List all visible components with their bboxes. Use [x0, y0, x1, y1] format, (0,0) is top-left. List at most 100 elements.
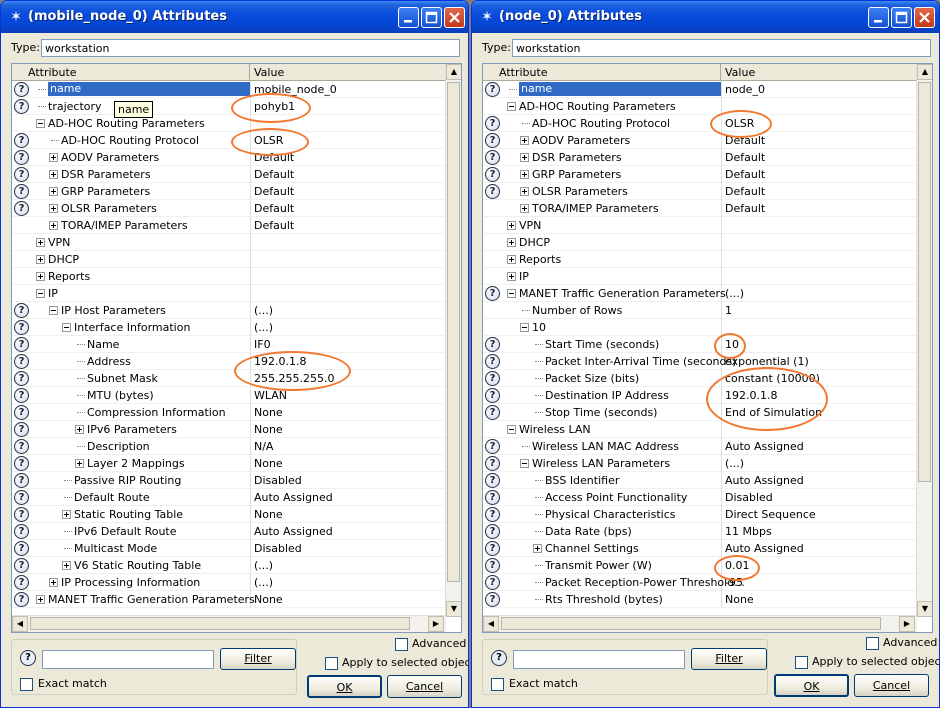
expand-icon[interactable] [36, 255, 45, 264]
attribute-value[interactable]: constant (10000) [725, 372, 820, 385]
expand-icon[interactable] [507, 255, 516, 264]
help-icon[interactable]: ? [14, 490, 29, 505]
attribute-value[interactable]: Default [254, 185, 294, 198]
attribute-column-header[interactable]: Attribute [12, 64, 250, 81]
collapse-icon[interactable] [507, 425, 516, 434]
attribute-row[interactable]: ? GRP Parameters Default [483, 166, 917, 183]
hscroll-thumb[interactable] [30, 617, 410, 630]
attribute-value[interactable]: (...) [725, 287, 744, 300]
attribute-row[interactable]: ? Packet Size (bits) constant (10000) [483, 370, 917, 387]
scroll-left-button[interactable]: ◀ [483, 616, 499, 632]
expand-icon[interactable] [75, 459, 84, 468]
expand-icon[interactable] [520, 136, 529, 145]
attribute-value[interactable]: 10 [725, 338, 739, 351]
close-button[interactable] [444, 7, 465, 28]
attribute-row[interactable]: IP [483, 268, 917, 285]
expand-icon[interactable] [520, 153, 529, 162]
attribute-row[interactable]: AD-HOC Routing Parameters [12, 115, 446, 132]
attribute-value[interactable]: (...) [254, 321, 273, 334]
help-icon[interactable]: ? [14, 558, 29, 573]
attribute-row[interactable]: TORA/IMEP Parameters Default [12, 217, 446, 234]
scroll-right-button[interactable]: ▶ [899, 616, 915, 632]
attribute-value[interactable]: node_0 [725, 83, 765, 96]
collapse-icon[interactable] [520, 459, 529, 468]
attribute-row[interactable]: ? Start Time (seconds) 10 [483, 336, 917, 353]
help-icon[interactable]: ? [14, 575, 29, 590]
attribute-grid[interactable]: Attribute Value ? name node_0 AD-HOC Routin… [482, 63, 933, 633]
value-column-header[interactable]: Value [250, 64, 446, 81]
expand-icon[interactable] [520, 187, 529, 196]
attribute-row[interactable]: ? Subnet Mask 255.255.255.0 [12, 370, 446, 387]
attribute-row[interactable]: ? Rts Threshold (bytes) None [483, 591, 917, 608]
help-icon[interactable]: ? [14, 541, 29, 556]
attribute-row[interactable]: Number of Rows 1 [483, 302, 917, 319]
cancel-button[interactable]: Cancel [387, 675, 462, 698]
attribute-row[interactable]: ? Interface Information (...) [12, 319, 446, 336]
help-icon[interactable]: ? [485, 439, 500, 454]
attribute-value[interactable]: None [254, 457, 283, 470]
attribute-value[interactable]: Default [254, 219, 294, 232]
help-icon[interactable]: ? [485, 354, 500, 369]
help-icon[interactable]: ? [14, 167, 29, 182]
apply-selected-checkbox[interactable] [795, 656, 808, 669]
help-icon[interactable]: ? [14, 371, 29, 386]
help-icon[interactable]: ? [485, 150, 500, 165]
scroll-up-button[interactable]: ▲ [446, 64, 461, 80]
vertical-scrollbar[interactable]: ▲ ▼ [916, 64, 932, 617]
attribute-value[interactable]: Auto Assigned [254, 525, 333, 538]
apply-selected-checkbox[interactable] [325, 657, 338, 670]
attribute-value[interactable]: Default [254, 151, 294, 164]
expand-icon[interactable] [36, 238, 45, 247]
help-icon[interactable]: ? [485, 116, 500, 131]
attribute-row[interactable]: ? IP Host Parameters (...) [12, 302, 446, 319]
help-icon[interactable]: ? [14, 201, 29, 216]
help-icon[interactable]: ? [485, 456, 500, 471]
attribute-row[interactable]: ? OLSR Parameters Default [483, 183, 917, 200]
attribute-row[interactable]: ? Packet Reception-Power Threshold... -95 [483, 574, 917, 591]
attribute-value[interactable]: 1 [725, 304, 732, 317]
attribute-value[interactable]: End of Simulation [725, 406, 822, 419]
help-icon[interactable]: ? [14, 303, 29, 318]
attribute-value[interactable]: Auto Assigned [725, 542, 804, 555]
attribute-row[interactable]: ? BSS Identifier Auto Assigned [483, 472, 917, 489]
attribute-row[interactable]: ? Name IF0 [12, 336, 446, 353]
help-icon[interactable]: ? [14, 337, 29, 352]
attribute-value[interactable]: 192.0.1.8 [254, 355, 306, 368]
attribute-value[interactable]: Auto Assigned [254, 491, 333, 504]
filter-button[interactable]: Filter [691, 648, 767, 670]
attribute-value[interactable]: Default [254, 202, 294, 215]
expand-icon[interactable] [62, 561, 71, 570]
help-icon[interactable]: ? [485, 184, 500, 199]
attribute-row[interactable]: ? Packet Inter-Arrival Time (seconds) expo… [483, 353, 917, 370]
help-icon[interactable]: ? [485, 286, 500, 301]
value-column-header[interactable]: Value [721, 64, 917, 81]
help-icon[interactable]: ? [485, 337, 500, 352]
help-icon[interactable]: ? [14, 439, 29, 454]
help-icon[interactable]: ? [14, 592, 29, 607]
attribute-value[interactable]: None [254, 593, 283, 606]
attribute-row[interactable]: ? Destination IP Address 192.0.1.8 [483, 387, 917, 404]
scroll-down-button[interactable]: ▼ [446, 601, 461, 617]
attribute-value[interactable]: WLAN [254, 389, 287, 402]
expand-icon[interactable] [75, 425, 84, 434]
expand-icon[interactable] [533, 544, 542, 553]
scroll-up-button[interactable]: ▲ [917, 64, 932, 80]
help-icon[interactable]: ? [485, 541, 500, 556]
attribute-row[interactable]: ? IPv6 Default Route Auto Assigned [12, 523, 446, 540]
type-field[interactable] [512, 39, 931, 57]
title-bar[interactable]: ✶ (node_0) Attributes [472, 1, 939, 33]
attribute-row[interactable]: ? MANET Traffic Generation Parameters (...… [483, 285, 917, 302]
expand-icon[interactable] [507, 238, 516, 247]
attribute-row[interactable]: ? Layer 2 Mappings None [12, 455, 446, 472]
attribute-row[interactable]: ? Passive RIP Routing Disabled [12, 472, 446, 489]
expand-icon[interactable] [49, 578, 58, 587]
type-field[interactable] [41, 39, 460, 57]
expand-icon[interactable] [49, 221, 58, 230]
attribute-row[interactable]: IP [12, 285, 446, 302]
collapse-icon[interactable] [507, 102, 516, 111]
attribute-value[interactable]: OLSR [254, 134, 283, 147]
attribute-row[interactable]: ? Default Route Auto Assigned [12, 489, 446, 506]
horizontal-scrollbar[interactable]: ◀ ▶ [483, 615, 917, 632]
attribute-row[interactable]: ? Compression Information None [12, 404, 446, 421]
attribute-value[interactable]: -95 [725, 576, 743, 589]
